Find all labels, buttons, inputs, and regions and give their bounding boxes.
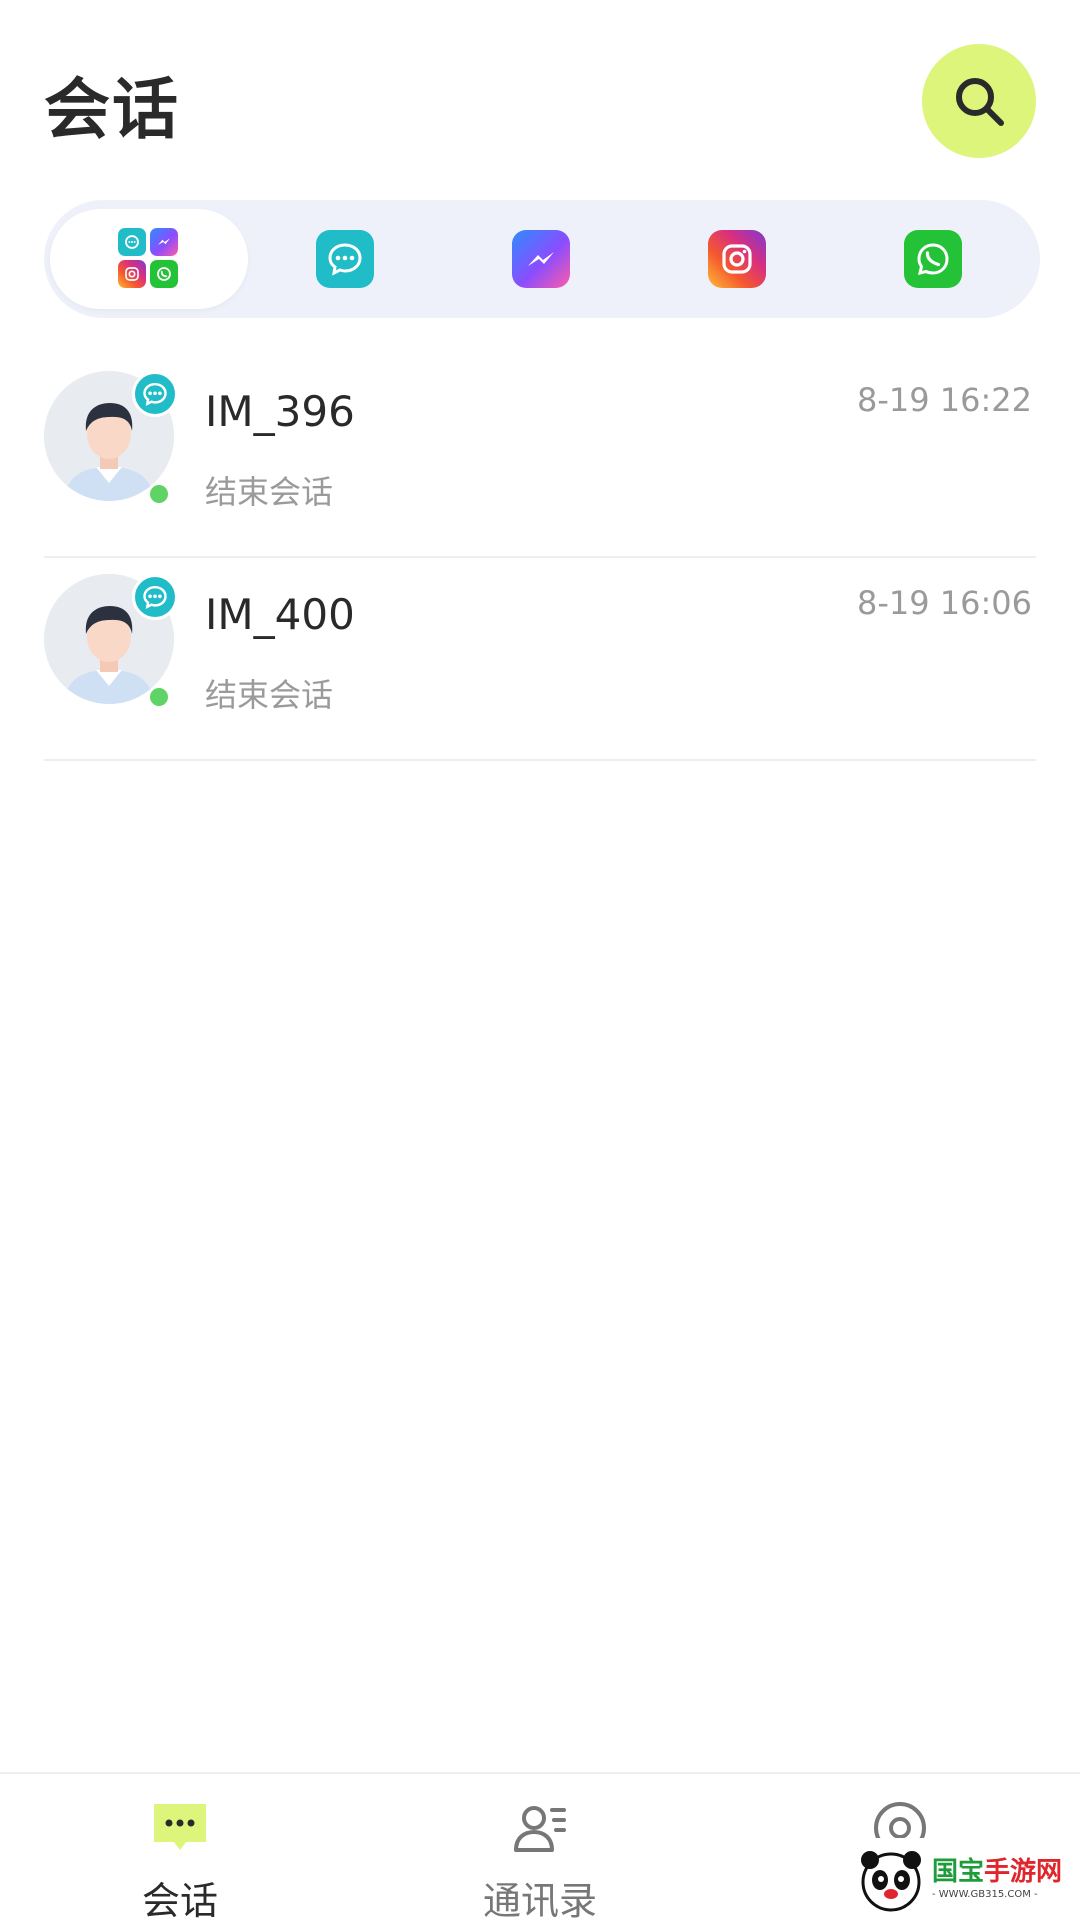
filter-messenger[interactable] [442,209,640,309]
conversation-name: IM_400 [205,590,355,639]
divider [44,759,1036,761]
filter-chat[interactable] [246,209,444,309]
all-channels-icon [118,228,180,290]
conversation-list: IM_396 8-19 16:22 结束会话 IM_400 8-19 16:06… [0,355,1080,761]
watermark-url: - WWW.GB315.COM - [932,1888,1038,1900]
tab-conversations[interactable]: 会话 [0,1774,360,1920]
search-button[interactable] [922,44,1036,158]
conversation-preview: 结束会话 [205,473,334,511]
whatsapp-app-icon [904,230,962,288]
page-title: 会话 [44,71,180,148]
channel-filter-bar [44,200,1040,318]
tab-label: 会话 [141,1879,218,1920]
online-status-dot [148,483,170,505]
avatar-wrap [44,371,178,505]
chat-app-icon [316,230,374,288]
avatar-wrap [44,574,178,708]
filter-instagram[interactable] [638,209,836,309]
tab-label: 通讯录 [482,1879,597,1920]
chat-channel-badge-icon [132,574,178,620]
search-icon [956,78,1004,126]
whatsapp-mini-icon [150,260,178,288]
tab-contacts[interactable]: 通讯录 [360,1774,720,1920]
filter-all[interactable] [50,209,248,309]
conversation-time: 8-19 16:06 [856,584,1032,622]
online-status-dot [148,686,170,708]
chat-bubble-icon [148,1796,212,1860]
conversation-name: IM_396 [205,387,355,436]
panda-logo-icon [861,1851,921,1912]
header: 会话 [0,0,1080,190]
watermark-logo: 国宝手游网 - WWW.GB315.COM - [856,1838,1080,1920]
chat-mini-icon [118,228,146,256]
conversation-preview: 结束会话 [205,676,334,714]
chat-channel-badge-icon [132,371,178,417]
watermark-text: 国宝手游网 [932,1856,1063,1887]
messenger-app-icon [512,230,570,288]
conversation-time: 8-19 16:22 [856,381,1032,419]
filter-whatsapp[interactable] [834,209,1032,309]
instagram-app-icon [708,230,766,288]
instagram-mini-icon [118,260,146,288]
conversation-row[interactable]: IM_396 8-19 16:22 结束会话 [0,355,1080,558]
contacts-icon [508,1796,572,1860]
messenger-mini-icon [150,228,178,256]
conversation-row[interactable]: IM_400 8-19 16:06 结束会话 [0,558,1080,761]
